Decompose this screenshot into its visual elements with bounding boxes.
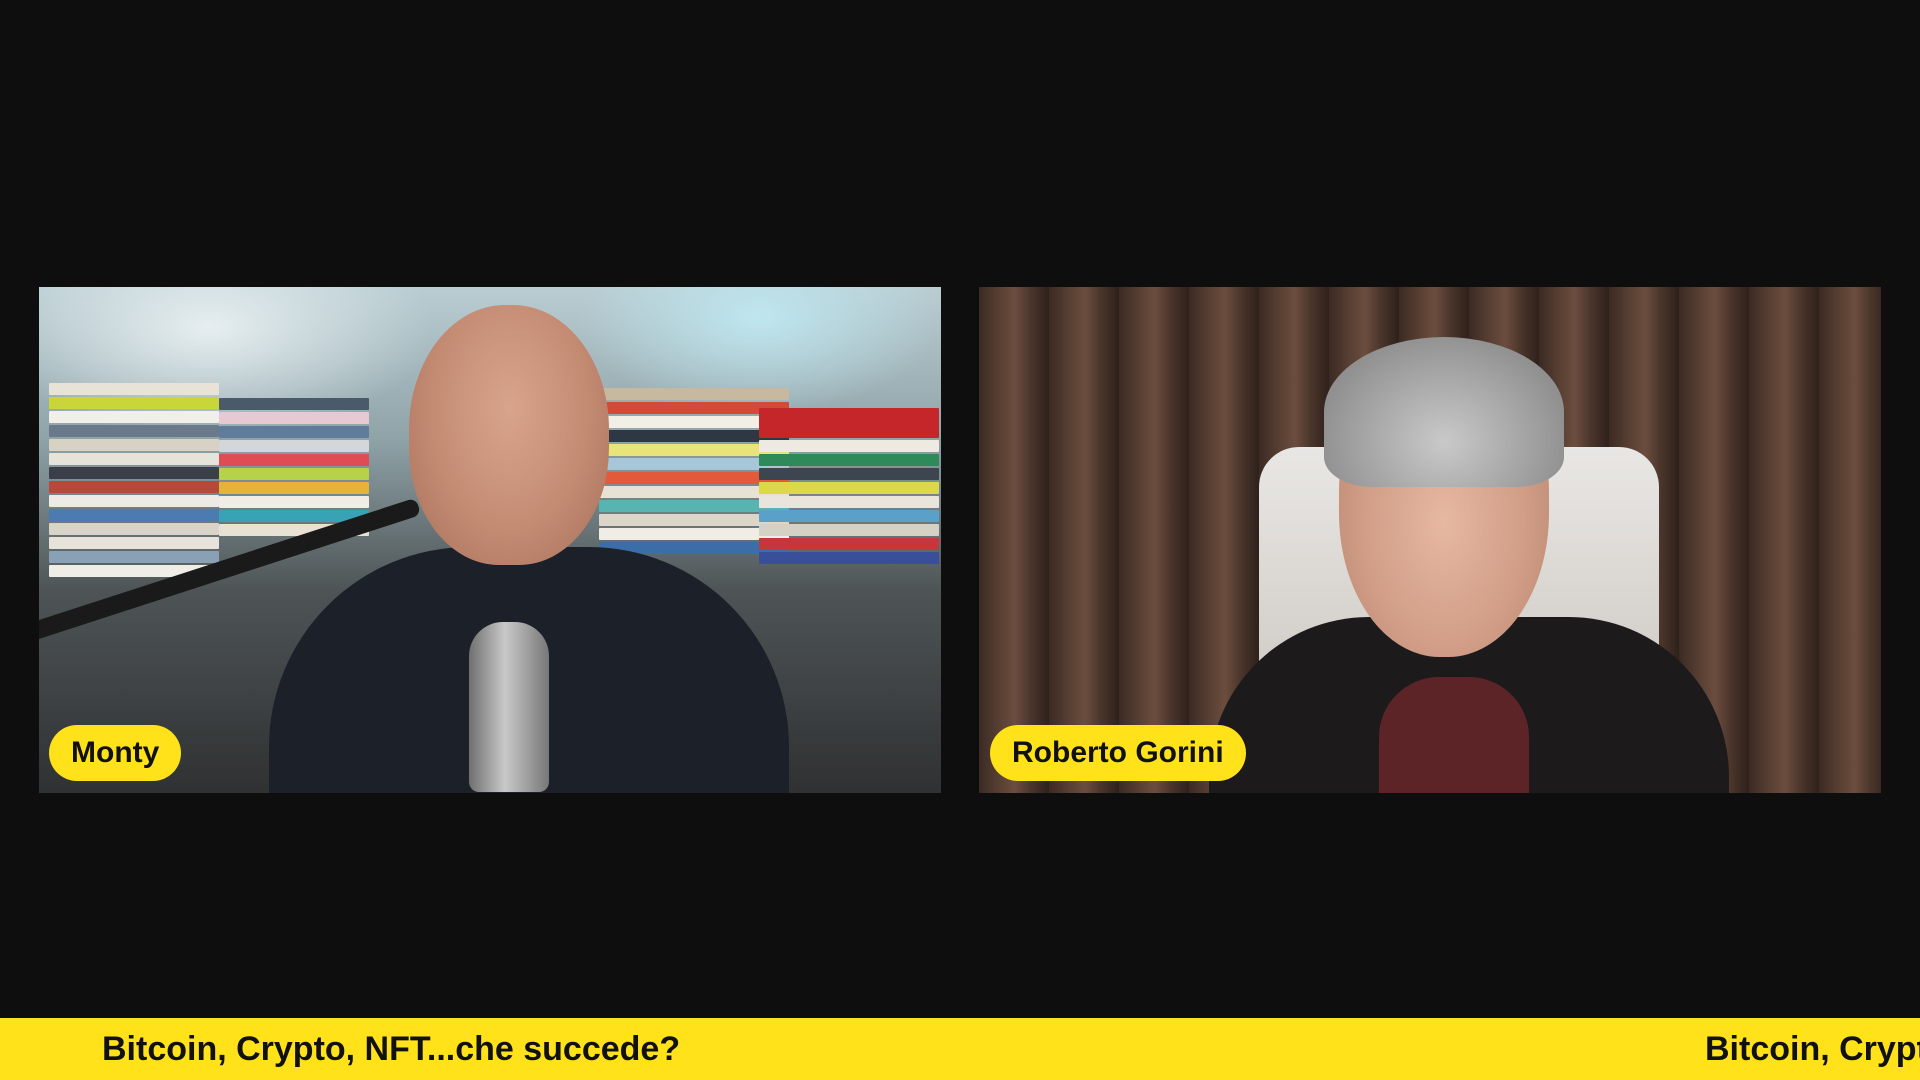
participant-name-label: Roberto Gorini bbox=[990, 725, 1246, 781]
news-ticker-bar: Bitcoin, Crypto, NFT...che succede? Bitc… bbox=[0, 1018, 1920, 1080]
microphone bbox=[469, 622, 549, 792]
video-feed bbox=[39, 287, 941, 793]
participant-name-label: Monty bbox=[49, 725, 182, 781]
participant-video-tile-roberto-gorini[interactable]: Roberto Gorini bbox=[979, 287, 1881, 793]
bookshelf bbox=[219, 397, 369, 537]
participant-head bbox=[409, 305, 609, 565]
bookshelf bbox=[49, 382, 219, 578]
video-feed bbox=[979, 287, 1881, 793]
ticker-text-repeat: Bitcoin, Crypto, NFT...che succede? bbox=[1705, 1030, 1920, 1068]
participant-hair bbox=[1324, 337, 1564, 487]
bookshelf bbox=[759, 407, 939, 565]
participant-video-tile-monty[interactable]: Monty bbox=[39, 287, 941, 793]
participant-shirt bbox=[1379, 677, 1529, 793]
video-call-stage: Monty Roberto Gorini bbox=[0, 0, 1920, 1018]
ticker-text: Bitcoin, Crypto, NFT...che succede? bbox=[102, 1030, 681, 1068]
